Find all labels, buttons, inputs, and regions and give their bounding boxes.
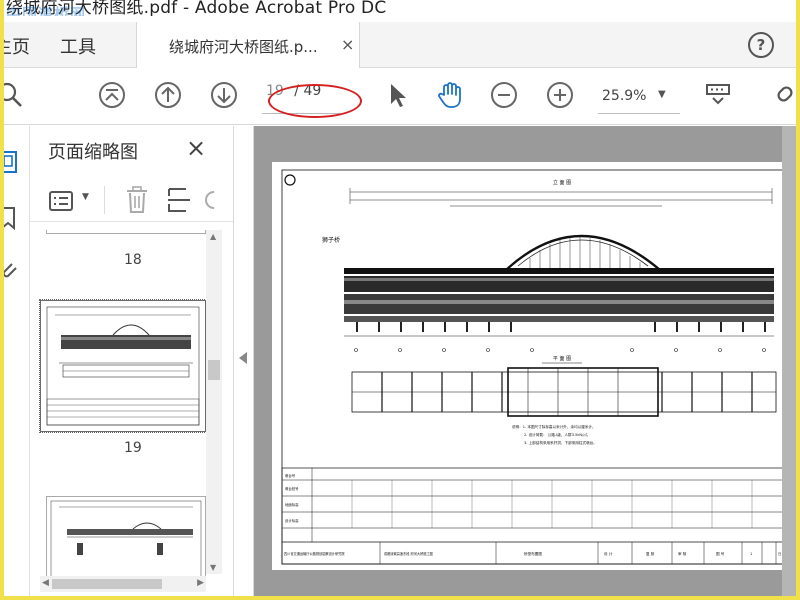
document-view[interactable]: 立 面 图 狮子桥 ⇨ [254,126,796,596]
left-navigation-rail [4,126,30,596]
zoom-dropdown-icon[interactable]: ▼ [658,89,666,100]
table-row-label: 设计标高 [285,518,299,523]
collapse-arrow-icon[interactable] [239,352,247,364]
drawing-note: 说明：1. 本图尺寸除标高以米计外，余均以厘米计。 [512,424,596,429]
page-display-icon[interactable] [704,81,732,109]
footer-cell: 成都绕城高速东段 府河大桥施工图 [384,551,433,556]
frame-border-right [796,0,800,600]
options-menu-icon[interactable] [48,190,76,212]
title-bar: 绕城府河大桥图纸.pdf - Adobe Acrobat Pro DC 中国道桥… [4,0,796,16]
scroll-left-icon[interactable]: ◀ [42,578,49,588]
main-toolbar: 19 / 49 25.9% ▼ [4,69,796,125]
frame-border-bottom [0,596,800,600]
footer-cell: 设 计 [604,551,613,556]
previous-page-icon[interactable] [154,81,182,109]
zoom-in-icon[interactable] [546,81,574,109]
tab-home[interactable]: 主页 [4,33,30,59]
footer-cell: 图 号 [716,551,725,556]
document-tab-label: 绕城府河大桥图纸.p... [169,38,318,56]
page-thumbnails-icon[interactable] [4,150,20,174]
scrollbar-thumb[interactable] [208,360,220,380]
page-thumbnails-panel: 页面缩略图 × ▼ 18 19 ▲ ▼ ◀ ▶ [30,126,234,596]
thumbnail-toolbar: ▼ [30,178,233,222]
thumbnails-panel-title: 页面缩略图 [48,142,138,163]
next-page-icon[interactable] [210,81,238,109]
watermark-text: 中国道桥网 [6,5,87,16]
thumbnail-page-18[interactable] [46,230,206,234]
toolbar-divider [104,186,105,214]
panel-collapse-handle[interactable] [234,126,254,596]
drawing-note: 3. 上部结构采用系杆拱，下部采用柱式墩台。 [524,440,597,445]
search-icon[interactable] [4,81,24,109]
thumbnail-list: 18 19 [30,230,206,576]
document-vertical-scrollbar[interactable] [782,126,796,596]
tab-bar: 主页 工具 绕城府河大桥图纸.p... × ? [4,22,796,68]
help-icon[interactable]: ? [748,32,774,58]
footer-cell: 1 [750,552,752,556]
close-panel-icon[interactable]: × [186,134,206,162]
bridge-drawing: 立 面 图 狮子桥 ⇨ [281,169,793,565]
table-row-label: 墩台桩号 [285,486,299,491]
thumbnail-19-preview [46,306,200,426]
zoom-field-underline [598,113,680,114]
extract-page-icon[interactable] [166,186,192,214]
thumbnail-vertical-scrollbar[interactable]: ▲ ▼ [206,230,222,574]
rotate-page-icon[interactable] [204,188,216,212]
zoom-value[interactable]: 25.9% [602,88,646,104]
drawing-note: 2. 设计荷载： 公路-Ⅰ级，人群3.5kN/㎡。 [524,432,590,437]
table-row-label: 地面标高 [285,502,299,507]
tab-document[interactable]: 绕城府河大桥图纸.p... × [136,22,360,68]
scroll-right-icon[interactable]: ▶ [197,578,204,588]
plan-title: 平 面 图 [553,356,571,362]
footer-cell: 四川省交通运输厅公路规划勘察设计研究院 [284,551,345,556]
table-row-label: 墩台号 [285,473,296,478]
scrollbar-thumb[interactable] [52,579,162,589]
zoom-out-icon[interactable] [490,81,518,109]
options-dropdown-icon[interactable]: ▼ [82,192,89,202]
footer-cell: 审 核 [678,551,687,556]
scroll-down-icon[interactable]: ▼ [210,563,216,572]
page-number-label: 18 [124,252,142,268]
facade-title: 立 面 图 [553,179,571,186]
pdf-page: 立 面 图 狮子桥 ⇨ [272,162,796,570]
tab-tools[interactable]: 工具 [60,33,96,59]
delete-page-icon[interactable] [124,186,150,214]
page-number-label: 19 [124,440,142,456]
link-icon[interactable] [774,81,796,109]
attachments-icon[interactable] [4,258,20,282]
scroll-up-icon[interactable]: ▲ [210,232,216,241]
app-window: 绕城府河大桥图纸.pdf - Adobe Acrobat Pro DC 中国道桥… [4,0,796,596]
bookmarks-icon[interactable] [4,206,20,230]
close-tab-icon[interactable]: × [341,35,354,54]
thumbnail-horizontal-scrollbar[interactable]: ◀ ▶ [40,576,206,592]
thumbnail-page-20[interactable] [46,496,206,576]
select-cursor-icon[interactable] [384,81,412,109]
footer-cell: 桥型布置图 [524,551,542,556]
red-highlight-ellipse [268,84,362,118]
first-page-icon[interactable] [98,81,126,109]
thumbnail-page-19[interactable] [39,299,206,433]
hand-tool-icon[interactable] [436,81,464,109]
left-bridge-label: 狮子桥 [322,236,340,244]
footer-cell: 复 核 [646,551,655,556]
thumbnail-20-preview [50,500,202,576]
